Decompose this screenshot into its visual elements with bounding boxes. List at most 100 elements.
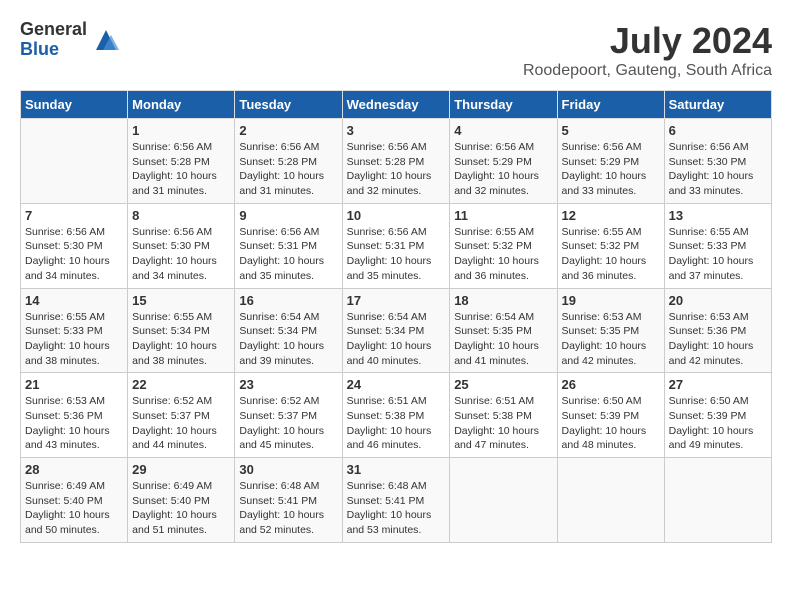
day-number: 31	[347, 462, 446, 477]
day-number: 10	[347, 208, 446, 223]
day-number: 14	[25, 293, 123, 308]
day-cell	[557, 458, 664, 543]
day-cell	[664, 458, 771, 543]
day-cell: 26 Sunrise: 6:50 AM Sunset: 5:39 PM Dayli…	[557, 373, 664, 458]
logo-blue: Blue	[20, 40, 87, 60]
week-row-2: 14 Sunrise: 6:55 AM Sunset: 5:33 PM Dayli…	[21, 288, 772, 373]
day-number: 20	[669, 293, 767, 308]
day-info: Sunrise: 6:49 AM Sunset: 5:40 PM Dayligh…	[25, 479, 123, 538]
day-cell	[21, 119, 128, 204]
day-number: 6	[669, 123, 767, 138]
day-info: Sunrise: 6:56 AM Sunset: 5:30 PM Dayligh…	[25, 225, 123, 284]
day-number: 16	[239, 293, 337, 308]
day-info: Sunrise: 6:53 AM Sunset: 5:36 PM Dayligh…	[25, 394, 123, 453]
day-cell: 23 Sunrise: 6:52 AM Sunset: 5:37 PM Dayli…	[235, 373, 342, 458]
day-cell: 11Sunrise: 6:55 AM Sunset: 5:32 PM Dayli…	[450, 203, 557, 288]
day-number: 11	[454, 208, 552, 223]
day-number: 3	[347, 123, 446, 138]
day-cell: 17 Sunrise: 6:54 AM Sunset: 5:34 PM Dayli…	[342, 288, 450, 373]
logo-icon	[91, 25, 121, 55]
day-info: Sunrise: 6:50 AM Sunset: 5:39 PM Dayligh…	[562, 394, 660, 453]
day-info: Sunrise: 6:56 AM Sunset: 5:28 PM Dayligh…	[347, 140, 446, 199]
day-cell: 24 Sunrise: 6:51 AM Sunset: 5:38 PM Dayli…	[342, 373, 450, 458]
day-info: Sunrise: 6:53 AM Sunset: 5:35 PM Dayligh…	[562, 310, 660, 369]
day-info: Sunrise: 6:54 AM Sunset: 5:35 PM Dayligh…	[454, 310, 552, 369]
day-info: Sunrise: 6:55 AM Sunset: 5:33 PM Dayligh…	[25, 310, 123, 369]
day-number: 19	[562, 293, 660, 308]
day-cell: 12Sunrise: 6:55 AM Sunset: 5:32 PM Dayli…	[557, 203, 664, 288]
page-header: General Blue July 2024 Roodepoort, Gaute…	[20, 20, 772, 80]
day-cell: 18 Sunrise: 6:54 AM Sunset: 5:35 PM Dayli…	[450, 288, 557, 373]
week-row-4: 28 Sunrise: 6:49 AM Sunset: 5:40 PM Dayli…	[21, 458, 772, 543]
day-cell: 3 Sunrise: 6:56 AM Sunset: 5:28 PM Daylig…	[342, 119, 450, 204]
day-number: 28	[25, 462, 123, 477]
day-number: 29	[132, 462, 230, 477]
header-wednesday: Wednesday	[342, 91, 450, 119]
day-number: 18	[454, 293, 552, 308]
day-info: Sunrise: 6:49 AM Sunset: 5:40 PM Dayligh…	[132, 479, 230, 538]
week-row-0: 1 Sunrise: 6:56 AM Sunset: 5:28 PM Daylig…	[21, 119, 772, 204]
day-number: 22	[132, 377, 230, 392]
day-cell: 2Sunrise: 6:56 AM Sunset: 5:28 PM Daylig…	[235, 119, 342, 204]
day-info: Sunrise: 6:52 AM Sunset: 5:37 PM Dayligh…	[239, 394, 337, 453]
day-cell: 27 Sunrise: 6:50 AM Sunset: 5:39 PM Dayli…	[664, 373, 771, 458]
title-area: July 2024 Roodepoort, Gauteng, South Afr…	[523, 20, 772, 80]
week-row-1: 7 Sunrise: 6:56 AM Sunset: 5:30 PM Daylig…	[21, 203, 772, 288]
day-info: Sunrise: 6:56 AM Sunset: 5:29 PM Dayligh…	[562, 140, 660, 199]
header-sunday: Sunday	[21, 91, 128, 119]
header-thursday: Thursday	[450, 91, 557, 119]
header-monday: Monday	[128, 91, 235, 119]
day-info: Sunrise: 6:56 AM Sunset: 5:29 PM Dayligh…	[454, 140, 552, 199]
day-number: 17	[347, 293, 446, 308]
day-info: Sunrise: 6:55 AM Sunset: 5:34 PM Dayligh…	[132, 310, 230, 369]
day-number: 12	[562, 208, 660, 223]
day-number: 23	[239, 377, 337, 392]
day-cell: 25 Sunrise: 6:51 AM Sunset: 5:38 PM Dayli…	[450, 373, 557, 458]
day-info: Sunrise: 6:52 AM Sunset: 5:37 PM Dayligh…	[132, 394, 230, 453]
day-cell: 30 Sunrise: 6:48 AM Sunset: 5:41 PM Dayli…	[235, 458, 342, 543]
day-info: Sunrise: 6:54 AM Sunset: 5:34 PM Dayligh…	[239, 310, 337, 369]
day-info: Sunrise: 6:56 AM Sunset: 5:30 PM Dayligh…	[669, 140, 767, 199]
day-cell: 20 Sunrise: 6:53 AM Sunset: 5:36 PM Dayli…	[664, 288, 771, 373]
day-number: 9	[239, 208, 337, 223]
day-number: 15	[132, 293, 230, 308]
day-number: 25	[454, 377, 552, 392]
day-cell: 13Sunrise: 6:55 AM Sunset: 5:33 PM Dayli…	[664, 203, 771, 288]
day-number: 4	[454, 123, 552, 138]
header-friday: Friday	[557, 91, 664, 119]
day-number: 1	[132, 123, 230, 138]
day-number: 30	[239, 462, 337, 477]
day-info: Sunrise: 6:54 AM Sunset: 5:34 PM Dayligh…	[347, 310, 446, 369]
day-info: Sunrise: 6:48 AM Sunset: 5:41 PM Dayligh…	[239, 479, 337, 538]
day-number: 7	[25, 208, 123, 223]
day-cell: 15 Sunrise: 6:55 AM Sunset: 5:34 PM Dayli…	[128, 288, 235, 373]
day-cell: 14 Sunrise: 6:55 AM Sunset: 5:33 PM Dayli…	[21, 288, 128, 373]
header-row: SundayMondayTuesdayWednesdayThursdayFrid…	[21, 91, 772, 119]
day-number: 27	[669, 377, 767, 392]
day-cell: 6 Sunrise: 6:56 AM Sunset: 5:30 PM Daylig…	[664, 119, 771, 204]
day-cell: 16 Sunrise: 6:54 AM Sunset: 5:34 PM Dayli…	[235, 288, 342, 373]
calendar-table: SundayMondayTuesdayWednesdayThursdayFrid…	[20, 90, 772, 543]
day-info: Sunrise: 6:51 AM Sunset: 5:38 PM Dayligh…	[454, 394, 552, 453]
day-info: Sunrise: 6:56 AM Sunset: 5:31 PM Dayligh…	[239, 225, 337, 284]
day-info: Sunrise: 6:56 AM Sunset: 5:31 PM Dayligh…	[347, 225, 446, 284]
day-info: Sunrise: 6:53 AM Sunset: 5:36 PM Dayligh…	[669, 310, 767, 369]
day-number: 24	[347, 377, 446, 392]
day-cell: 31 Sunrise: 6:48 AM Sunset: 5:41 PM Dayli…	[342, 458, 450, 543]
day-cell: 8Sunrise: 6:56 AM Sunset: 5:30 PM Daylig…	[128, 203, 235, 288]
header-tuesday: Tuesday	[235, 91, 342, 119]
day-cell: 9 Sunrise: 6:56 AM Sunset: 5:31 PM Daylig…	[235, 203, 342, 288]
day-cell: 1 Sunrise: 6:56 AM Sunset: 5:28 PM Daylig…	[128, 119, 235, 204]
month-title: July 2024	[523, 20, 772, 62]
day-cell: 7 Sunrise: 6:56 AM Sunset: 5:30 PM Daylig…	[21, 203, 128, 288]
day-cell: 29 Sunrise: 6:49 AM Sunset: 5:40 PM Dayli…	[128, 458, 235, 543]
day-info: Sunrise: 6:51 AM Sunset: 5:38 PM Dayligh…	[347, 394, 446, 453]
day-info: Sunrise: 6:48 AM Sunset: 5:41 PM Dayligh…	[347, 479, 446, 538]
day-info: Sunrise: 6:55 AM Sunset: 5:33 PM Dayligh…	[669, 225, 767, 284]
day-cell	[450, 458, 557, 543]
header-saturday: Saturday	[664, 91, 771, 119]
day-number: 26	[562, 377, 660, 392]
day-cell: 5Sunrise: 6:56 AM Sunset: 5:29 PM Daylig…	[557, 119, 664, 204]
day-info: Sunrise: 6:56 AM Sunset: 5:28 PM Dayligh…	[132, 140, 230, 199]
day-info: Sunrise: 6:50 AM Sunset: 5:39 PM Dayligh…	[669, 394, 767, 453]
